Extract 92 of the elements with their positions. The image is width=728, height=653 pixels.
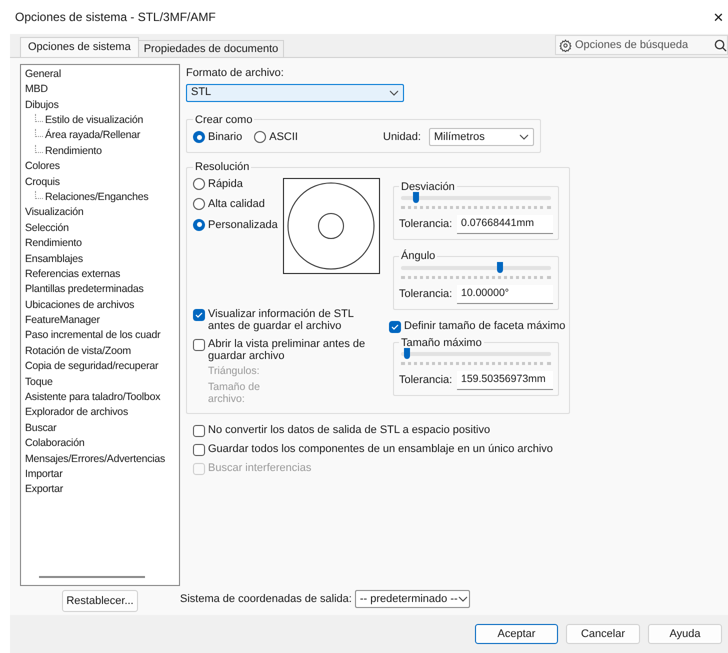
search-input[interactable]: Opciones de búsqueda: [575, 36, 711, 54]
checkbox[interactable]: [193, 424, 205, 436]
tree-item[interactable]: Asistente para taladro/Toolbox: [25, 390, 160, 406]
tree-item[interactable]: Visualización: [25, 205, 84, 222]
checkbox-label: Visualizar información de STL antes de guardar el archivo: [208, 308, 355, 332]
slider-track[interactable]: [401, 192, 551, 203]
tolerance-label: Tolerancia:: [399, 217, 452, 232]
tree-item[interactable]: Toque: [25, 374, 53, 390]
tolerance-field[interactable]: 159.50356973mm: [457, 371, 553, 390]
reset-button[interactable]: Restablecer...: [62, 590, 138, 612]
tree-item[interactable]: FeatureManager: [25, 313, 100, 329]
coordinate-system-label: Sistema de coordenadas de salida:: [180, 592, 352, 607]
check-icon: [391, 322, 399, 330]
tab[interactable]: Propiedades de documento: [138, 40, 284, 57]
slider-thumb[interactable]: [404, 348, 410, 359]
checkbox-label: Abrir la vista preliminar antes de guardar archivo: [208, 338, 366, 362]
chevron-down-icon: [458, 596, 468, 602]
tab[interactable]: Opciones de sistema: [20, 37, 139, 57]
radio-label: Binario: [208, 130, 242, 145]
search-field[interactable]: Opciones de búsqueda: [555, 35, 728, 55]
tree-item[interactable]: Plantillas predeterminadas: [25, 282, 144, 298]
slider-thumb[interactable]: [497, 262, 504, 272]
close-button[interactable]: ✕: [713, 10, 724, 24]
info-label: Tamaño de archivo:: [208, 380, 261, 404]
radio-label: Personalizada: [208, 218, 278, 232]
search-icon: [714, 38, 727, 52]
coordinate-system-dropdown[interactable]: -- predeterminado --: [354, 590, 470, 608]
group-title: Crear como: [194, 112, 254, 128]
tree-item[interactable]: Paso incremental de los cuadr: [25, 328, 160, 344]
tree-item[interactable]: Explorador de archivos: [25, 405, 128, 422]
checkbox[interactable]: [389, 320, 401, 332]
tree-item[interactable]: Colaboración: [25, 436, 84, 452]
tree-item[interactable]: Buscar: [25, 420, 56, 437]
tree-item[interactable]: Área rayada/Rellenar: [45, 128, 140, 144]
dialog-button[interactable]: Ayuda: [648, 624, 722, 644]
radio-button[interactable]: [193, 131, 205, 143]
checkbox[interactable]: [193, 308, 205, 320]
tree-item[interactable]: MBD: [25, 82, 48, 98]
radio-label: ASCII: [269, 130, 298, 145]
dialog-button[interactable]: Cancelar: [566, 624, 640, 644]
tree-item[interactable]: Rotación de vista/Zoom: [25, 344, 131, 360]
checkbox[interactable]: [193, 338, 205, 350]
radio-button[interactable]: [193, 218, 205, 231]
field-label: Formato de archivo:: [186, 66, 285, 81]
group-title: Tamaño máximo: [400, 336, 483, 350]
tree-item[interactable]: Mensajes/Errores/Advertencias: [25, 452, 166, 468]
unit-label: Unidad:: [383, 130, 422, 145]
slider-thumb[interactable]: [412, 192, 419, 203]
chevron-down-icon: [519, 134, 529, 140]
slider-track[interactable]: [401, 262, 551, 272]
radio-label: Alta calidad: [208, 197, 265, 212]
tree-item[interactable]: Ensamblajes: [25, 252, 83, 268]
tree-item[interactable]: Exportar: [25, 482, 64, 498]
tree-item[interactable]: Ubicaciones de archivos: [25, 298, 134, 314]
tolerance-label: Tolerancia:: [399, 373, 452, 388]
group-title: Desviación: [400, 180, 456, 194]
settings-icon: [559, 38, 572, 52]
unit-dropdown[interactable]: Milímetros: [429, 128, 534, 146]
tree-item[interactable]: Estilo de visualización: [45, 113, 144, 129]
checkbox-label: Definir tamaño de faceta máximo: [404, 320, 566, 332]
checkbox-label: Guardar todos los componentes de un ensamblaje en un único archivo: [208, 442, 553, 454]
dialog-button[interactable]: Aceptar: [475, 624, 558, 644]
checkbox-label: No convertir los datos de salida de STL a espacio positivo: [208, 424, 490, 436]
tree-item[interactable]: Referencias externas: [25, 266, 120, 283]
tree-connector: [35, 190, 43, 199]
tree-item[interactable]: Copia de seguridad/recuperar: [25, 359, 158, 375]
tree-item[interactable]: Dibujos: [25, 98, 59, 114]
tree-item[interactable]: Rendimiento: [25, 236, 82, 252]
group-title: Ángulo: [400, 248, 436, 264]
tree-item[interactable]: Selección: [25, 220, 69, 236]
tree-item[interactable]: Rendimiento: [45, 144, 102, 160]
tree-item[interactable]: Relaciones/Enganches: [45, 190, 148, 206]
format-dropdown[interactable]: STL: [186, 84, 404, 102]
info-label: Triángulos:: [208, 364, 261, 376]
check-icon: [195, 310, 203, 318]
tolerance-field[interactable]: 0.07668441mm: [457, 215, 553, 234]
tree-item[interactable]: General: [25, 66, 61, 83]
radio-button[interactable]: [193, 178, 205, 190]
checkbox-label: Buscar interferencias: [208, 462, 312, 474]
chevron-down-icon: [389, 90, 399, 96]
tree-item[interactable]: Importar: [25, 466, 62, 483]
tolerance-label: Tolerancia:: [399, 286, 452, 302]
tolerance-field[interactable]: 10.00000°: [457, 284, 553, 304]
window-title: Opciones de sistema - STL/3MF/AMF: [15, 9, 216, 26]
checkbox[interactable]: [193, 444, 205, 456]
slider-track[interactable]: [401, 348, 551, 359]
radio-button[interactable]: [254, 131, 266, 143]
radio-label: Rápida: [208, 176, 243, 192]
group-title: Resolución: [194, 160, 250, 175]
tree-item[interactable]: Colores: [25, 159, 60, 175]
tree-item[interactable]: Croquis: [25, 174, 60, 190]
radio-button[interactable]: [193, 198, 205, 210]
